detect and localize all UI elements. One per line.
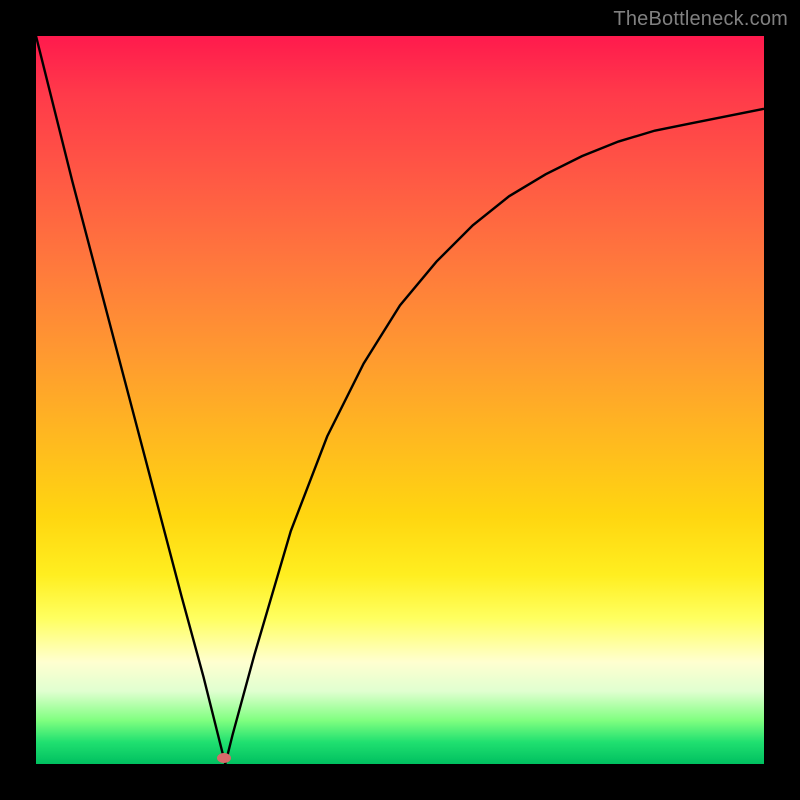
- curve-path: [36, 36, 764, 764]
- plot-area: [36, 36, 764, 764]
- watermark-text: TheBottleneck.com: [613, 8, 788, 31]
- chart-frame: TheBottleneck.com: [0, 0, 800, 800]
- bottleneck-curve: [36, 36, 764, 764]
- minimum-marker: [217, 753, 231, 763]
